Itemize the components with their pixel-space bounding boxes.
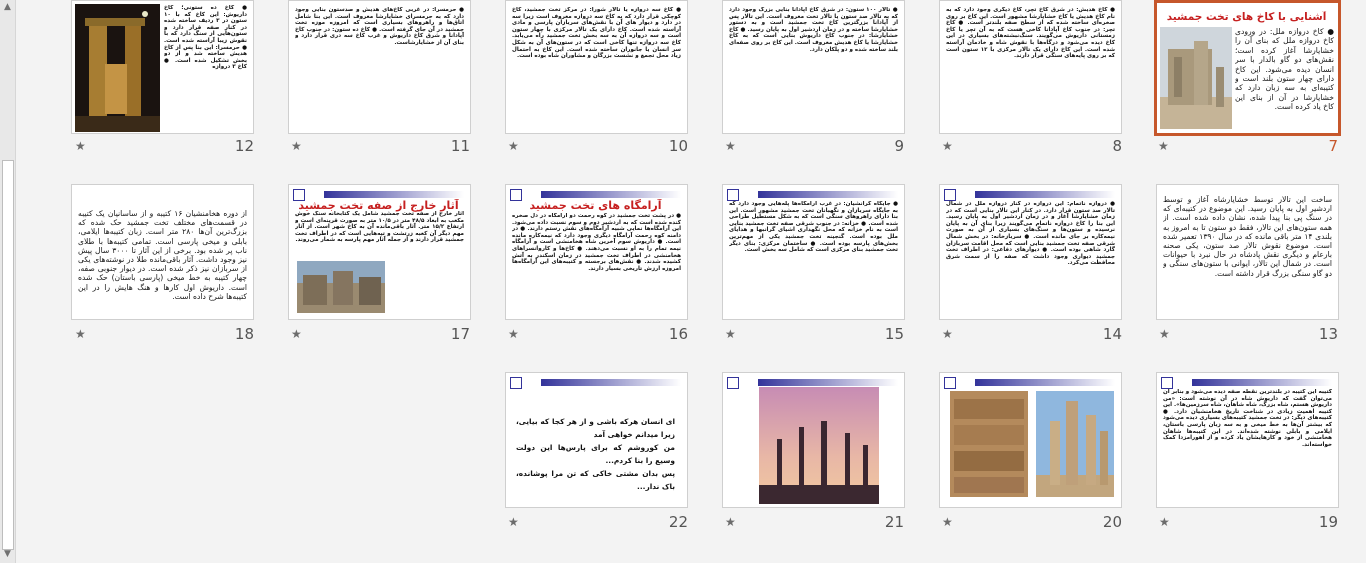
slide-20-number: 20 xyxy=(1102,513,1122,531)
slide-19-header-box xyxy=(1161,377,1173,389)
slide-12-star-icon[interactable]: ★ xyxy=(75,139,86,153)
scroll-up-arrow-icon[interactable]: ▲ xyxy=(2,2,13,12)
slide-7-body: ● کاخ دروازه ملل: در ورودی کاخ دروازه مل… xyxy=(1235,27,1334,112)
slide-16-title: آرامگاه های تخت جمشید xyxy=(529,199,662,212)
slide-22-header-bar xyxy=(541,379,681,386)
slide-22-line-3: پس بدان مشتی خاکی که تن مرا پوشانده، باک… xyxy=(516,469,675,491)
slide-18-star-icon[interactable]: ★ xyxy=(75,327,86,341)
slide-14-star-icon[interactable]: ★ xyxy=(942,327,953,341)
slide-17-photo xyxy=(297,261,385,313)
slide-thumbnail-13[interactable]: ساخت این تالار توسط خشایارشاه آغاز و توس… xyxy=(1156,184,1339,320)
slide-thumbnail-12[interactable]: ● کاخ ده ستونی؛ کاخ داریوش: این کاخ که ب… xyxy=(71,0,254,134)
slide-16-number: 16 xyxy=(668,325,688,343)
slide-thumbnail-7-selected[interactable]: آشنایی با کاخ های تخت جمشید ● کاخ دروازه… xyxy=(1154,0,1341,136)
slide-20-star-icon[interactable]: ★ xyxy=(942,515,953,529)
slide-thumbnail-18[interactable]: از دوره هخامنشیان ۱۶ کتیبه و از ساسانیان… xyxy=(71,184,254,320)
slide-thumbnail-17[interactable]: آثار خارج از صفه تخت جمشید آثار خارج از … xyxy=(288,184,471,320)
slide-13-star-icon[interactable]: ★ xyxy=(1159,327,1170,341)
slide-15-header-bar xyxy=(758,191,898,198)
slide-21-photo xyxy=(759,387,879,504)
slide-thumbnail-11[interactable]: ● حرمسرا: در غربی کاخ‌های هدیش و صدستون … xyxy=(288,0,471,134)
slide-15-header-box xyxy=(727,189,739,201)
slide-thumbnail-8[interactable]: ● کاخ هدیش: در شرق کاخ تچر، کاخ دیگری وج… xyxy=(939,0,1122,134)
slide-8-body: ● کاخ هدیش: در شرق کاخ تچر، کاخ دیگری وج… xyxy=(946,7,1115,60)
slide-22-line-2: من کوروشم که برای پارس‌ها این دولت وسیع … xyxy=(516,443,675,465)
slide-22-number: 22 xyxy=(668,513,688,531)
slide-16-header-bar xyxy=(541,191,681,198)
slide-21-header-box xyxy=(727,377,739,389)
slide-16-star-icon[interactable]: ★ xyxy=(508,327,519,341)
slide-19-number: 19 xyxy=(1318,513,1338,531)
slide-13-number: 13 xyxy=(1318,325,1338,343)
slide-21-star-icon[interactable]: ★ xyxy=(725,515,736,529)
slide-7-number: 7 xyxy=(1328,137,1338,155)
slide-15-star-icon[interactable]: ★ xyxy=(725,327,736,341)
scroll-thumb[interactable] xyxy=(2,160,14,550)
slide-17-number: 17 xyxy=(450,325,470,343)
slide-9-star-icon[interactable]: ★ xyxy=(725,139,736,153)
scroll-down-arrow-icon[interactable]: ▼ xyxy=(2,549,13,559)
slide-13-body: ساخت این تالار توسط خشایارشاه آغاز و توس… xyxy=(1163,195,1332,278)
slide-thumbnail-20[interactable] xyxy=(939,372,1122,508)
slide-11-body: ● حرمسرا: در غربی کاخ‌های هدیش و صدستون … xyxy=(295,7,464,46)
slide-19-header-bar xyxy=(1192,379,1332,386)
slide-14-header-bar xyxy=(975,191,1115,198)
slide-12-number: 12 xyxy=(234,137,254,155)
slide-19-star-icon[interactable]: ★ xyxy=(1159,515,1170,529)
slide-thumbnail-22[interactable]: ای انسان هرکه باشی و از هر کجا که بیایی،… xyxy=(505,372,688,508)
slide-12-photo xyxy=(75,4,160,132)
slide-19-body: کتیبه این کتیبه در بلندترین نقطه صفه دید… xyxy=(1163,389,1332,448)
slide-20-photo-columns xyxy=(1036,391,1114,497)
slide-22-body: ای انسان هرکه باشی و از هر کجا که بیایی،… xyxy=(516,415,675,501)
slide-7-title: آشنایی با کاخ های تخت جمشید xyxy=(1166,11,1327,23)
slide-20-header-bar xyxy=(975,379,1115,386)
slide-21-header-bar xyxy=(758,379,898,386)
slide-11-number: 11 xyxy=(450,137,470,155)
slide-8-star-icon[interactable]: ★ xyxy=(942,139,953,153)
slide-14-header-box xyxy=(944,189,956,201)
slide-7-photo xyxy=(1160,27,1232,129)
slide-20-header-box xyxy=(944,377,956,389)
slide-8-number: 8 xyxy=(1112,137,1122,155)
slide-15-number: 15 xyxy=(884,325,904,343)
slide-thumbnail-14[interactable]: ● دروازه ناتمام: این دروازه در کنار دروا… xyxy=(939,184,1122,320)
slide-22-line-1: ای انسان هرکه باشی و از هر کجا که بیایی،… xyxy=(516,417,675,439)
slide-18-number: 18 xyxy=(234,325,254,343)
slide-12-body: ● کاخ ده ستونی؛ کاخ داریوش: این کاخ که ب… xyxy=(164,5,247,71)
slide-22-header-box xyxy=(510,377,522,389)
slide-15-body: ● جایگاه کرانشیان: در غرب آرامگاه‌ها پله… xyxy=(729,201,898,254)
slide-9-body: ● تالار ۱۰۰ ستون: در شرق کاخ آپادانا بنا… xyxy=(729,7,898,53)
slide-7-star-icon[interactable]: ★ xyxy=(1158,139,1169,153)
slide-10-star-icon[interactable]: ★ xyxy=(508,139,519,153)
slide-thumbnail-15[interactable]: ● جایگاه کرانشیان: در غرب آرامگاه‌ها پله… xyxy=(722,184,905,320)
slide-21-number: 21 xyxy=(884,513,904,531)
vertical-scrollbar[interactable]: ▲ ▼ xyxy=(0,0,16,563)
slide-22-star-icon[interactable]: ★ xyxy=(508,515,519,529)
slide-11-star-icon[interactable]: ★ xyxy=(291,139,302,153)
slide-9-number: 9 xyxy=(894,137,904,155)
slide-thumbnail-9[interactable]: ● تالار ۱۰۰ ستون: در شرق کاخ آپادانا بنا… xyxy=(722,0,905,134)
slide-17-header-bar xyxy=(324,191,464,198)
slide-17-star-icon[interactable]: ★ xyxy=(291,327,302,341)
slide-thumbnail-16[interactable]: آرامگاه های تخت جمشید ● در پشت تخت جمشید… xyxy=(505,184,688,320)
slide-16-body: ● در پشت تخت جمشید در کوه رحمت دو آرامگا… xyxy=(512,213,681,272)
slide-thumbnail-10[interactable]: ● کاخ سه دروازه یا تالار شورا: در مرکز ت… xyxy=(505,0,688,134)
slide-10-body: ● کاخ سه دروازه یا تالار شورا: در مرکز ت… xyxy=(512,7,681,60)
slide-17-body: آثار خارج از صفه تخت جمشید شامل یک کتابخ… xyxy=(295,211,464,244)
slide-thumbnail-19[interactable]: کتیبه این کتیبه در بلندترین نقطه صفه دید… xyxy=(1156,372,1339,508)
slide-thumbnail-21[interactable] xyxy=(722,372,905,508)
slide-10-number: 10 xyxy=(668,137,688,155)
slide-18-body: از دوره هخامنشیان ۱۶ کتیبه و از ساسانیان… xyxy=(78,209,247,301)
slide-14-body: ● دروازه ناتمام: این دروازه در کنار دروا… xyxy=(946,201,1115,267)
slide-14-number: 14 xyxy=(1102,325,1122,343)
slide-20-photo-relief xyxy=(950,391,1028,497)
